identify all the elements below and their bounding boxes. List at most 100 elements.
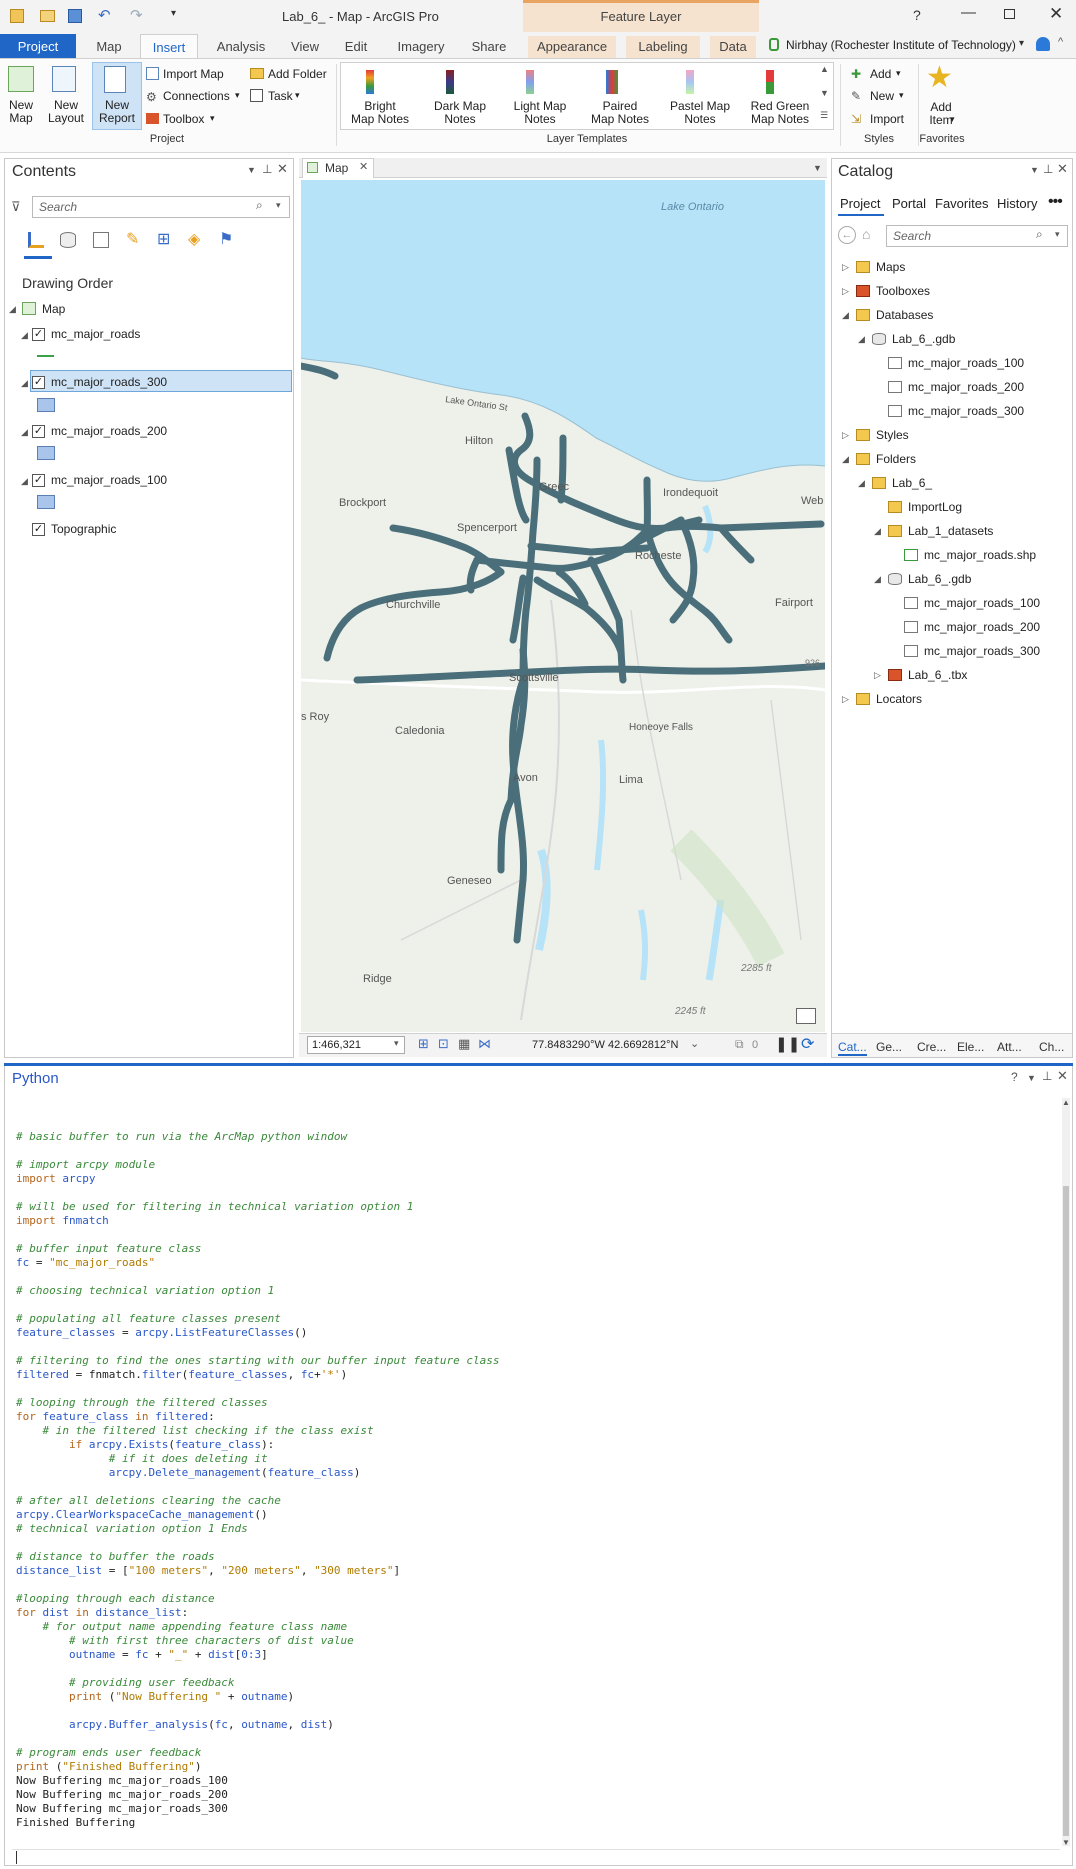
collapse-icon[interactable]: ◢ — [874, 526, 881, 537]
save-project-icon[interactable] — [68, 9, 82, 23]
contents-options-icon[interactable]: ▼ — [247, 165, 256, 175]
notifications-icon[interactable] — [1036, 37, 1050, 51]
bottom-tab-elevation[interactable]: Ele... — [957, 1040, 984, 1054]
map-view-options-icon[interactable]: ▼ — [813, 163, 822, 173]
catalog-tab-favorites[interactable]: Favorites — [935, 196, 988, 211]
snapping-icon[interactable]: ⋈ — [478, 1036, 491, 1052]
new-style-dropdown-icon[interactable]: ▾ — [899, 90, 904, 101]
layer-mc-major-roads-200[interactable]: mc_major_roads_200 — [51, 424, 167, 438]
python-scroll-down-icon[interactable]: ▼ — [1062, 1838, 1070, 1847]
catalog-back-icon[interactable]: ← — [838, 226, 856, 244]
connections-dropdown-icon[interactable]: ▾ — [235, 90, 240, 101]
list-by-drawing-order-icon[interactable] — [28, 232, 44, 248]
minimize-button[interactable]: — — [961, 4, 976, 21]
new-style-button[interactable]: New — [870, 90, 894, 103]
map-expand-icon[interactable]: ◢ — [9, 304, 16, 315]
layer-mc-major-roads[interactable]: mc_major_roads — [51, 327, 140, 341]
import-style-button[interactable]: Import — [870, 113, 904, 126]
catalog-close-icon[interactable]: ✕ — [1057, 161, 1068, 177]
redo-icon[interactable]: ↷ — [130, 6, 143, 24]
catalog-item[interactable]: Styles — [876, 428, 909, 442]
layer-visibility-checkbox[interactable]: ✓ — [32, 425, 45, 438]
catalog-item[interactable]: mc_major_roads_300 — [924, 644, 1040, 658]
catalog-search-icon[interactable]: ⌕ — [1036, 227, 1043, 242]
new-report-button[interactable]: New Report — [92, 99, 142, 125]
pause-drawing-button[interactable]: ❚❚ — [775, 1035, 800, 1053]
close-window-button[interactable]: ✕ — [1049, 4, 1063, 24]
tab-edit[interactable]: Edit — [336, 36, 376, 58]
layer-expand-icon[interactable]: ◢ — [21, 378, 28, 389]
python-scroll-up-icon[interactable]: ▲ — [1062, 1098, 1070, 1107]
import-map-button[interactable]: Import Map — [163, 68, 224, 81]
new-project-icon[interactable] — [10, 9, 24, 23]
layer-expand-icon[interactable]: ◢ — [21, 427, 28, 438]
tab-insert[interactable]: Insert — [140, 34, 198, 59]
add-item-dropdown-icon[interactable]: ▾ — [950, 114, 955, 125]
template-dark-map-notes[interactable]: Dark Map Notes — [424, 100, 496, 126]
catalog-item[interactable]: mc_major_roads_200 — [908, 380, 1024, 394]
catalog-item[interactable]: Lab_6_.gdb — [908, 572, 971, 586]
catalog-pin-icon[interactable]: ⊥ — [1043, 162, 1053, 176]
layer-expand-icon[interactable]: ◢ — [21, 330, 28, 341]
polygon-symbol-swatch[interactable] — [37, 398, 55, 412]
list-by-selection-icon[interactable] — [93, 232, 109, 248]
catalog-item[interactable]: Databases — [876, 308, 933, 322]
collapse-icon[interactable]: ◢ — [858, 478, 865, 489]
catalog-tab-project[interactable]: Project — [840, 196, 880, 211]
catalog-tab-portal[interactable]: Portal — [892, 196, 926, 211]
list-by-perspective-icon[interactable]: ⚑ — [219, 229, 233, 249]
list-by-snapping-icon[interactable]: ⊞ — [157, 229, 170, 249]
catalog-item[interactable]: mc_major_roads_100 — [908, 356, 1024, 370]
layer-mc-major-roads-300[interactable]: mc_major_roads_300 — [51, 375, 167, 389]
catalog-item[interactable]: mc_major_roads_100 — [924, 596, 1040, 610]
user-account[interactable]: Nirbhay (Rochester Institute of Technolo… — [786, 38, 1016, 52]
python-close-icon[interactable]: ✕ — [1057, 1068, 1068, 1084]
expand-icon[interactable]: ▷ — [842, 694, 849, 705]
template-paired-map-notes[interactable]: Paired Map Notes — [584, 100, 656, 126]
python-help-icon[interactable]: ? — [1011, 1070, 1018, 1084]
filter-icon[interactable]: ⊽ — [11, 199, 21, 215]
selected-features-icon[interactable]: ⧉ — [735, 1037, 744, 1052]
tab-view[interactable]: View — [282, 36, 328, 58]
line-symbol-swatch[interactable] — [37, 355, 54, 357]
catalog-search-dropdown-icon[interactable]: ▾ — [1055, 229, 1060, 240]
add-folder-button[interactable]: Add Folder — [268, 68, 327, 81]
collapse-icon[interactable]: ◢ — [842, 310, 849, 321]
basemap-topographic[interactable]: Topographic — [51, 522, 116, 536]
layer-visibility-checkbox[interactable]: ✓ — [32, 328, 45, 341]
list-by-editing-icon[interactable]: ✎ — [126, 229, 139, 249]
gallery-more-icon[interactable]: ☰ — [820, 110, 828, 121]
polygon-symbol-swatch[interactable] — [37, 495, 55, 509]
restore-button[interactable] — [1004, 9, 1015, 19]
coordinate-format-dropdown-icon[interactable]: ⌄ — [690, 1037, 699, 1050]
toolbox-button[interactable]: Toolbox — [163, 113, 204, 126]
contents-search-icon[interactable]: ⌕ — [256, 198, 263, 213]
catalog-item[interactable]: Maps — [876, 260, 905, 274]
template-red-green-map-notes[interactable]: Red Green Map Notes — [744, 100, 816, 126]
tab-map[interactable]: Map — [86, 36, 132, 58]
open-project-icon[interactable] — [40, 10, 55, 22]
tab-share[interactable]: Share — [464, 36, 514, 58]
tab-appearance[interactable]: Appearance — [528, 36, 616, 58]
tab-imagery[interactable]: Imagery — [388, 36, 454, 58]
catalog-item[interactable]: Toolboxes — [876, 284, 930, 298]
gallery-scroll-up-icon[interactable]: ▲ — [820, 64, 829, 74]
catalog-item[interactable]: Lab_6_ — [892, 476, 932, 490]
python-pin-icon[interactable]: ⊥ — [1042, 1069, 1052, 1083]
layer-visibility-checkbox[interactable]: ✓ — [32, 474, 45, 487]
bottom-tab-geoprocessing[interactable]: Ge... — [876, 1040, 902, 1054]
catalog-item[interactable]: Locators — [876, 692, 922, 706]
contents-search-dropdown-icon[interactable]: ▾ — [276, 200, 281, 211]
catalog-item[interactable]: mc_major_roads.shp — [924, 548, 1036, 562]
catalog-more-icon[interactable]: ••• — [1048, 193, 1063, 211]
undo-icon[interactable]: ↶ — [98, 6, 111, 24]
add-style-button[interactable]: Add — [870, 68, 891, 81]
basemap-visibility-checkbox[interactable]: ✓ — [32, 523, 45, 536]
collapse-icon[interactable]: ◢ — [842, 454, 849, 465]
tab-labeling[interactable]: Labeling — [626, 36, 700, 58]
toolbox-dropdown-icon[interactable]: ▾ — [210, 113, 215, 124]
bottom-tab-create-features[interactable]: Cre... — [917, 1040, 946, 1054]
template-light-map-notes[interactable]: Light Map Notes — [504, 100, 576, 126]
map-canvas[interactable]: Lake Ontario Lake Ontario St Hilton Gree… — [301, 180, 825, 1032]
add-item-button[interactable]: Add Item — [920, 101, 962, 127]
